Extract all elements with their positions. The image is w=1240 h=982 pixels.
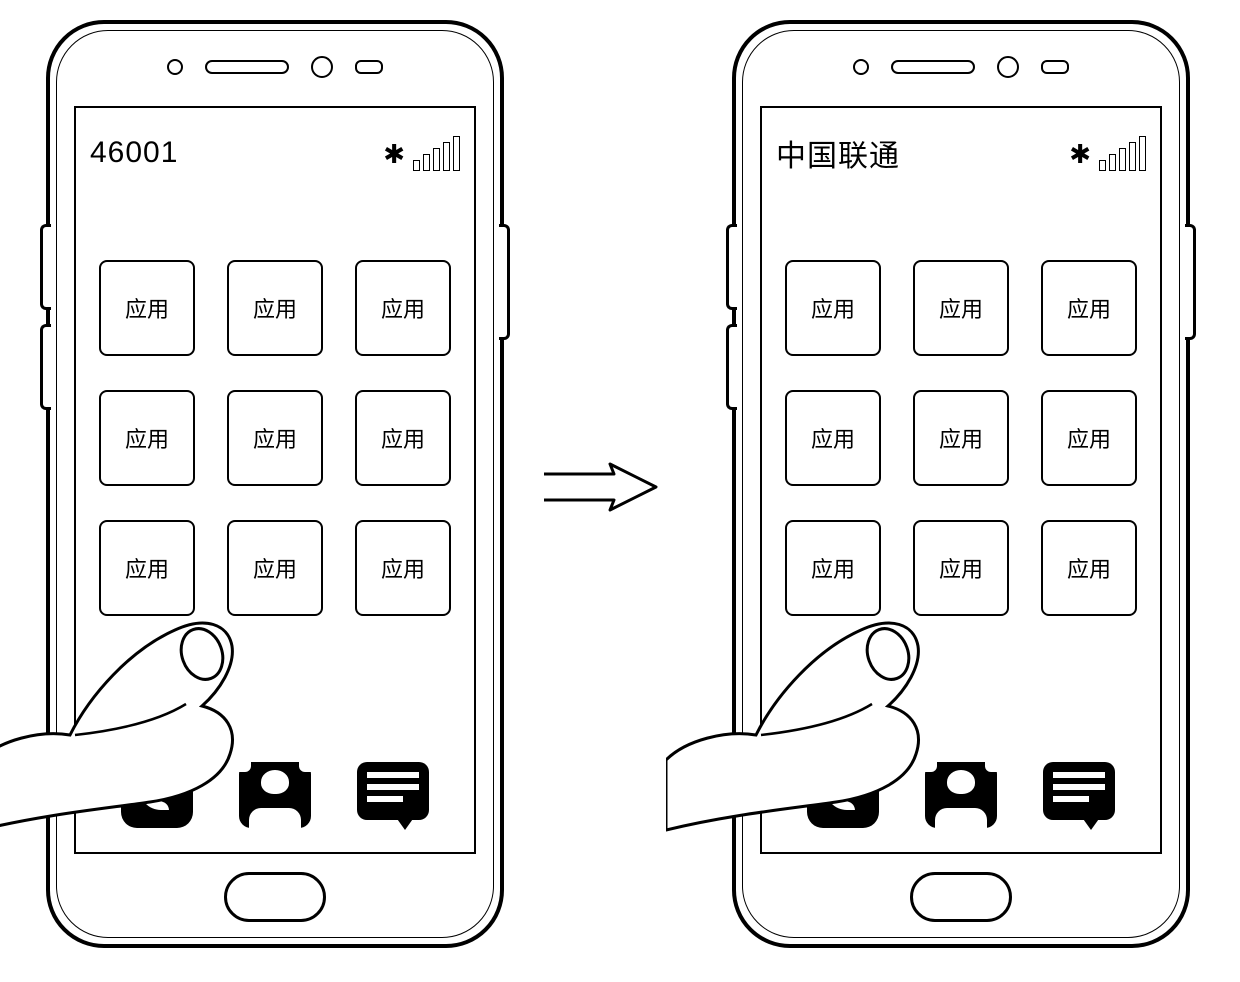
carrier-label: 46001: [90, 136, 178, 170]
app-label: 应用: [253, 422, 297, 454]
app-label: 应用: [1067, 552, 1111, 584]
proximity-sensor-icon: [167, 59, 183, 75]
app-label: 应用: [811, 292, 855, 324]
home-button[interactable]: [224, 872, 326, 922]
status-bar: 中国联通 ✱: [762, 108, 1160, 182]
app-tile[interactable]: 应用: [785, 260, 881, 356]
status-bar: 46001 ✱: [76, 108, 474, 182]
app-label: 应用: [1067, 422, 1111, 454]
messages-app-icon[interactable]: [357, 762, 429, 820]
carrier-logo-icon: ✱: [383, 141, 405, 167]
app-tile[interactable]: 应用: [913, 520, 1009, 616]
app-tile[interactable]: 应用: [355, 260, 451, 356]
transition-arrow-icon: [540, 460, 660, 514]
signal-group: ✱: [1069, 136, 1146, 171]
volume-down-button[interactable]: [40, 324, 51, 410]
app-tile[interactable]: 应用: [99, 390, 195, 486]
app-tile[interactable]: 应用: [1041, 520, 1137, 616]
app-tile[interactable]: 应用: [785, 520, 881, 616]
carrier-logo-icon: ✱: [1069, 141, 1091, 167]
earpiece-icon: [205, 60, 289, 74]
app-label: 应用: [1067, 292, 1111, 324]
contacts-app-icon[interactable]: [925, 762, 997, 828]
app-tile[interactable]: 应用: [785, 390, 881, 486]
dock: [76, 762, 474, 828]
phone-right: 中国联通 ✱ 应用 应用 应用 应用 应用 应用 应用 应用 应用: [732, 20, 1190, 948]
app-label: 应用: [125, 422, 169, 454]
messages-app-icon[interactable]: [1043, 762, 1115, 820]
app-tile[interactable]: 应用: [913, 390, 1009, 486]
earpiece-icon: [891, 60, 975, 74]
front-camera-icon: [311, 56, 333, 78]
app-label: 应用: [125, 292, 169, 324]
app-label: 应用: [939, 422, 983, 454]
proximity-sensor-icon: [853, 59, 869, 75]
app-tile[interactable]: 应用: [1041, 390, 1137, 486]
home-button[interactable]: [910, 872, 1012, 922]
volume-up-button[interactable]: [726, 224, 737, 310]
app-tile[interactable]: 应用: [227, 260, 323, 356]
app-tile[interactable]: 应用: [227, 520, 323, 616]
app-tile[interactable]: 应用: [99, 520, 195, 616]
app-tile[interactable]: 应用: [227, 390, 323, 486]
sensor-pill-icon: [355, 60, 383, 74]
app-label: 应用: [381, 552, 425, 584]
signal-bars-icon: [413, 136, 460, 171]
contacts-app-icon[interactable]: [239, 762, 311, 828]
app-label: 应用: [811, 422, 855, 454]
front-camera-icon: [997, 56, 1019, 78]
volume-up-button[interactable]: [40, 224, 51, 310]
dock: [762, 762, 1160, 828]
power-button[interactable]: [499, 224, 510, 340]
app-label: 应用: [253, 292, 297, 324]
phone-app-icon[interactable]: [121, 762, 193, 828]
phone-app-icon[interactable]: [807, 762, 879, 828]
app-grid: 应用 应用 应用 应用 应用 应用 应用 应用 应用: [76, 260, 474, 616]
app-tile[interactable]: 应用: [1041, 260, 1137, 356]
app-tile[interactable]: 应用: [99, 260, 195, 356]
sensor-pill-icon: [1041, 60, 1069, 74]
app-label: 应用: [125, 552, 169, 584]
app-label: 应用: [381, 292, 425, 324]
app-label: 应用: [253, 552, 297, 584]
volume-down-button[interactable]: [726, 324, 737, 410]
phone-left: 46001 ✱ 应用 应用 应用 应用 应用 应用 应用 应用 应用: [46, 20, 504, 948]
app-tile[interactable]: 应用: [355, 390, 451, 486]
screen[interactable]: 中国联通 ✱ 应用 应用 应用 应用 应用 应用 应用 应用 应用: [760, 106, 1162, 854]
power-button[interactable]: [1185, 224, 1196, 340]
sensor-bar: [736, 52, 1186, 82]
screen[interactable]: 46001 ✱ 应用 应用 应用 应用 应用 应用 应用 应用 应用: [74, 106, 476, 854]
signal-group: ✱: [383, 136, 460, 171]
carrier-label: 中国联通: [776, 131, 900, 175]
app-label: 应用: [381, 422, 425, 454]
app-grid: 应用 应用 应用 应用 应用 应用 应用 应用 应用: [762, 260, 1160, 616]
sensor-bar: [50, 52, 500, 82]
app-label: 应用: [939, 292, 983, 324]
app-label: 应用: [939, 552, 983, 584]
app-label: 应用: [811, 552, 855, 584]
app-tile[interactable]: 应用: [913, 260, 1009, 356]
signal-bars-icon: [1099, 136, 1146, 171]
app-tile[interactable]: 应用: [355, 520, 451, 616]
